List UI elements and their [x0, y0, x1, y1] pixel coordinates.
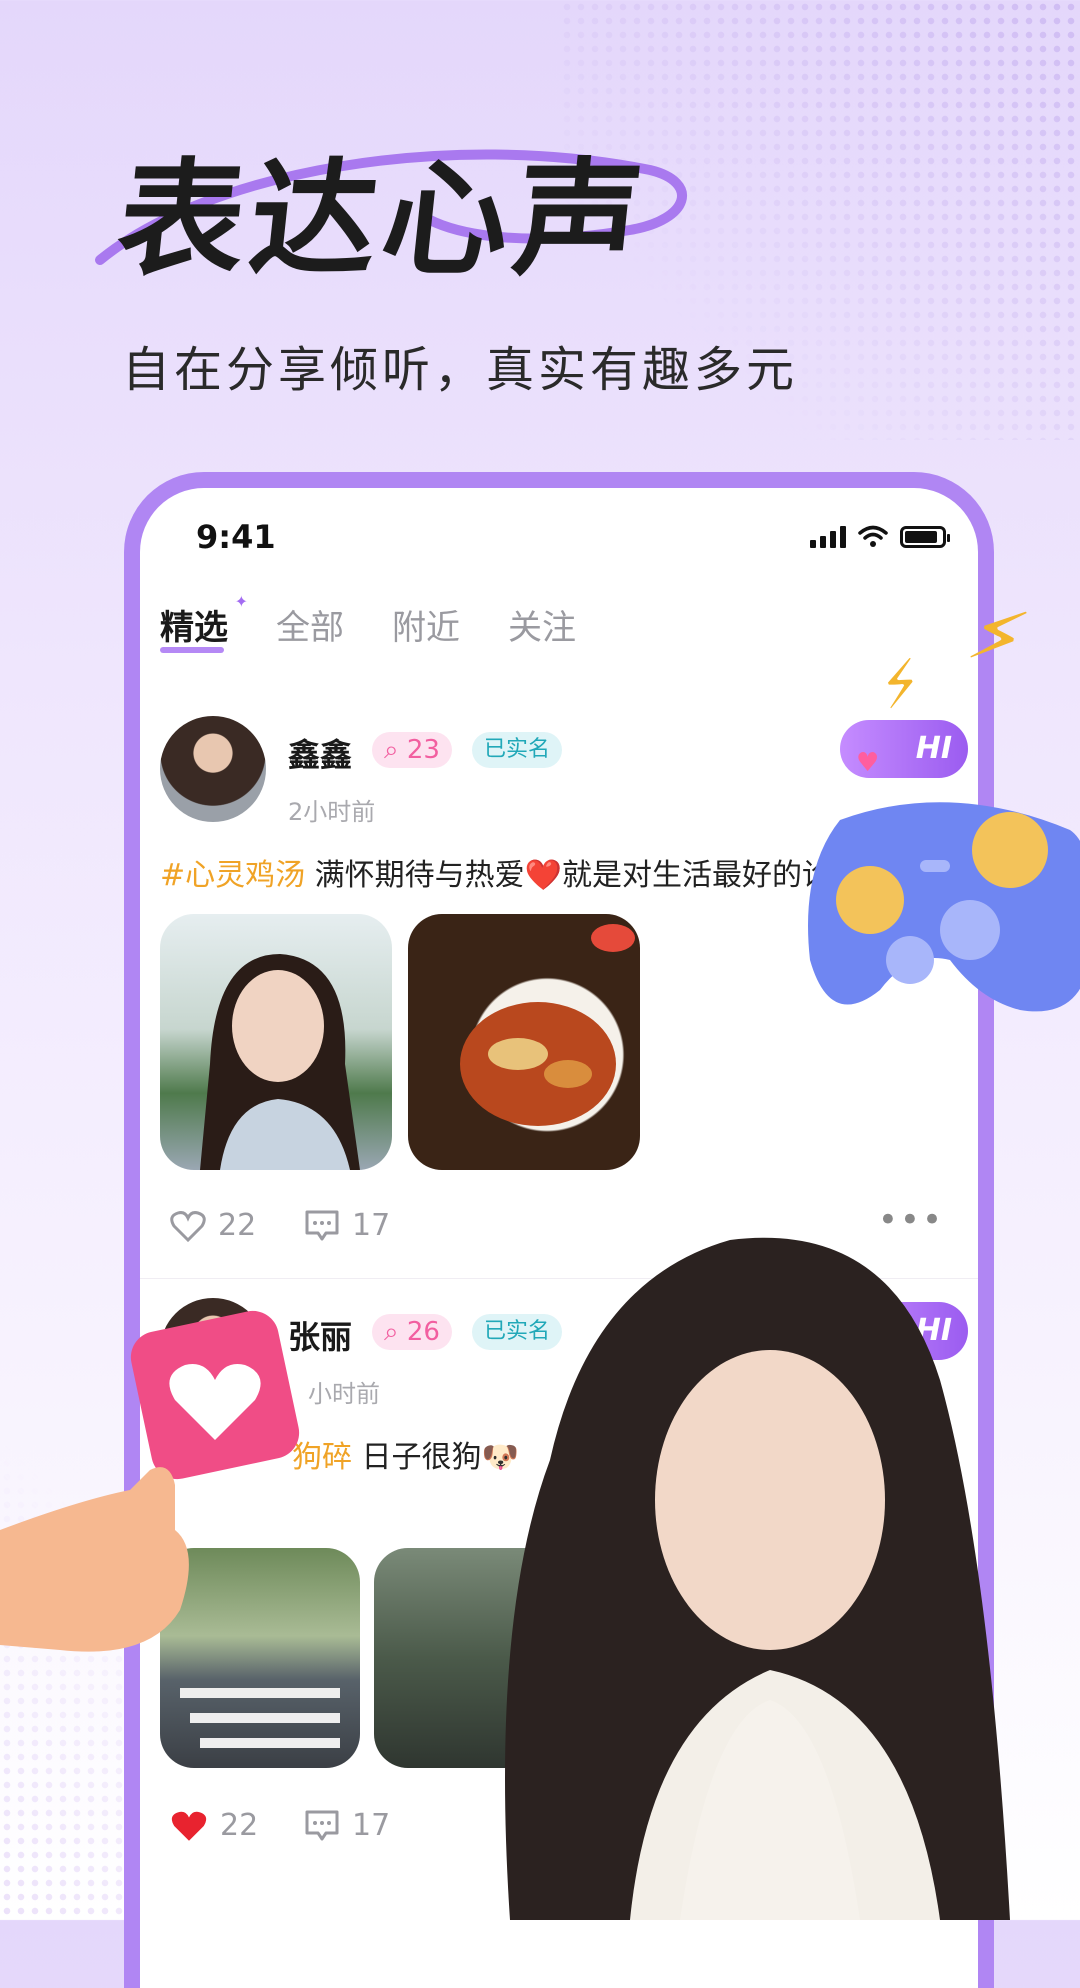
post-text: #心灵鸡汤 满怀期待与热爱❤️就是对生活最好的诠	[160, 850, 832, 894]
post-body: 满怀期待与热爱❤️就是对生活最好的诠	[305, 858, 833, 893]
sparkle-icon: ✦	[234, 592, 248, 611]
battery-icon	[900, 526, 950, 548]
portrait-image	[200, 954, 360, 1170]
like-count: 22	[218, 1208, 257, 1243]
comment-button[interactable]: 17	[304, 1208, 390, 1243]
heart-filled-icon	[171, 1811, 207, 1841]
wifi-icon	[858, 525, 888, 547]
comment-icon	[305, 1810, 339, 1840]
comment-count: 17	[352, 1808, 391, 1843]
post-photo[interactable]	[408, 914, 640, 1170]
status-time: 9:41	[196, 518, 276, 556]
message-count-badge: ⌕ 26	[372, 1314, 452, 1350]
hashtag[interactable]: #心灵鸡汤	[160, 858, 305, 893]
tab-nearby[interactable]: 附近	[392, 600, 460, 649]
like-button[interactable]: 22	[170, 1208, 256, 1243]
badge-count-value: 23	[406, 735, 440, 765]
like-button[interactable]: 22	[170, 1808, 258, 1843]
tab-following[interactable]: 关注	[508, 600, 576, 649]
tab-featured[interactable]: 精选 ✦	[160, 592, 248, 653]
badge-count-value: 26	[406, 1317, 440, 1347]
verified-badge: 已实名	[472, 732, 563, 768]
feed-tabs: 精选 ✦ 全部 附近 关注	[160, 592, 624, 653]
message-count-badge: ⌕ 23	[372, 732, 452, 768]
status-icons	[810, 524, 950, 548]
post-time: 2小时前	[288, 798, 376, 826]
comment-icon	[305, 1210, 339, 1240]
food-image	[460, 924, 635, 1126]
post-time: 小时前	[308, 1380, 380, 1408]
comment-button[interactable]: 17	[304, 1808, 390, 1843]
hand-icon	[0, 1467, 189, 1652]
subheadline: 自在分享倾听，真实有趣多元	[122, 342, 799, 398]
signal-icon	[810, 526, 846, 548]
username[interactable]: 鑫鑫	[288, 730, 352, 776]
tab-label: 精选	[160, 608, 228, 648]
gamepad-icon	[808, 802, 1080, 1012]
tab-all[interactable]: 全部	[276, 600, 344, 649]
model-photo	[505, 1237, 1010, 1920]
status-bar: 9:41	[140, 488, 978, 588]
post-photo[interactable]	[160, 914, 392, 1170]
like-count: 22	[220, 1808, 259, 1843]
avatar[interactable]	[160, 716, 266, 822]
heart-outline-icon	[170, 1210, 206, 1242]
comment-count: 17	[352, 1208, 391, 1243]
headline: 表达心声	[111, 146, 655, 293]
